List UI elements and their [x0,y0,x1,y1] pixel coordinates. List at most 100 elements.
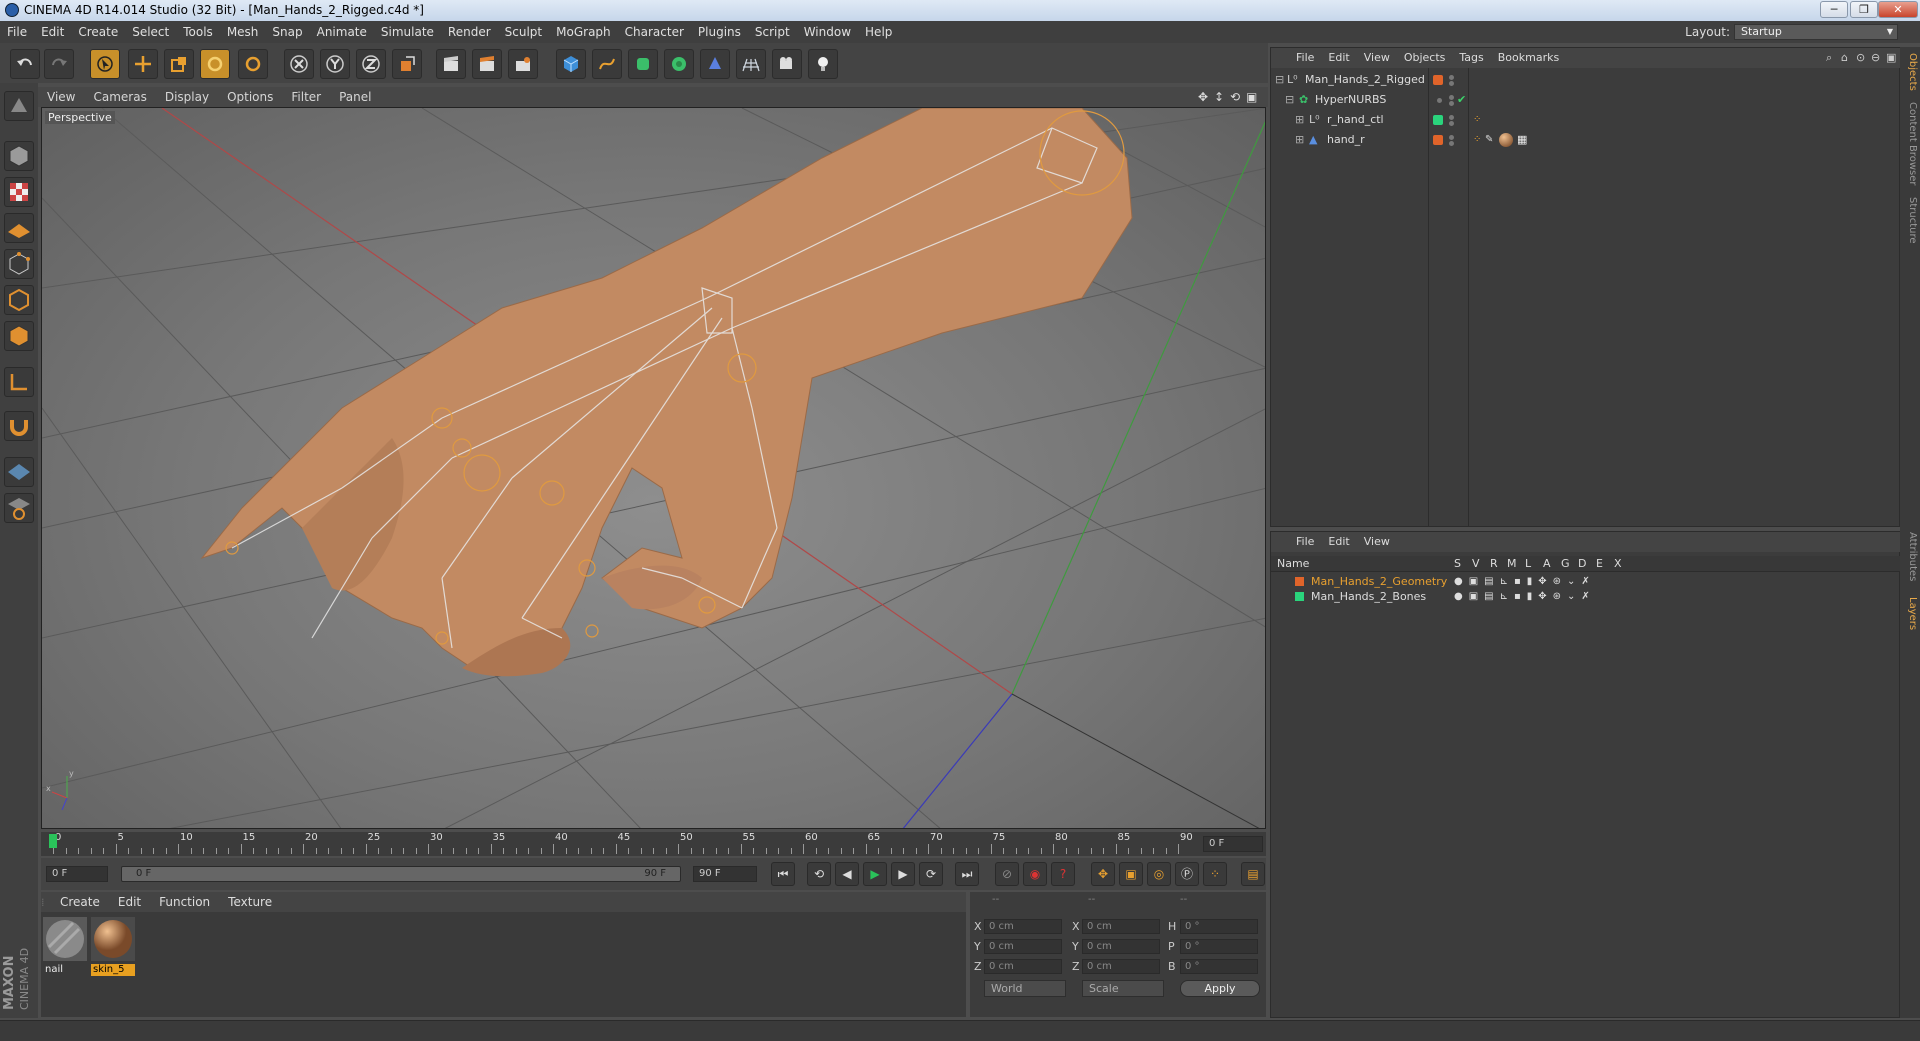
layer-color-swatch[interactable] [1433,135,1443,145]
tab-objects[interactable]: Objects [1903,53,1918,91]
rotation-p-field[interactable]: 0 ° [1180,939,1258,954]
editor-visibility-dot[interactable] [1449,95,1454,100]
light-button[interactable] [808,49,838,79]
undo-button[interactable] [10,49,40,79]
object-menu-bookmarks[interactable]: Bookmarks [1491,48,1566,68]
layer-toggle-icons[interactable]: ●▣▤⊾▪▮✥⊛⌄✗ [1454,589,1596,604]
layer-toggle-icons[interactable]: ●▣▤⊾▪▮✥⊛⌄✗ [1454,574,1596,589]
menu-simulate[interactable]: Simulate [374,21,441,43]
rotate-tool-button[interactable] [200,49,230,79]
viewport-maximize-icon[interactable]: ▣ [1246,87,1257,107]
tab-layers[interactable]: Layers [1903,597,1918,630]
rotation-h-field[interactable]: 0 ° [1180,919,1258,934]
recent-tool-button[interactable] [238,49,268,79]
menu-file[interactable]: File [0,21,34,43]
key-scale-button[interactable]: ▣ [1119,862,1143,886]
object-menu-tags[interactable]: Tags [1452,48,1490,68]
y-axis-button[interactable] [320,49,350,79]
size-x-field[interactable]: 0 cm [1082,919,1160,934]
viewport-menu-view[interactable]: View [38,87,84,107]
object-row[interactable]: ⊟ L⁰ Man_Hands_2_Rigged [1271,70,1901,90]
display-tag-icon[interactable]: ⁘ [1473,110,1481,130]
end-frame-field[interactable]: 90 F [693,866,757,882]
weight-tag-icon[interactable]: ✎ [1485,130,1493,150]
next-key-button[interactable]: ⟳ [919,862,943,886]
position-x-field[interactable]: 0 cm [984,919,1062,934]
material-menu-edit[interactable]: Edit [109,892,150,912]
material-skin[interactable]: skin_5 [91,917,135,976]
keyframe-selection-button[interactable]: ? [1051,862,1075,886]
layer-color-swatch[interactable] [1433,75,1443,85]
model-mode-button[interactable] [4,141,34,171]
play-button[interactable]: ▶ [863,862,887,886]
workplane-button[interactable] [4,213,34,243]
perspective-viewport[interactable]: y x Perspective [41,107,1266,829]
render-view-button[interactable] [436,49,466,79]
material-menu-create[interactable]: Create [51,892,109,912]
spline-button[interactable] [592,49,622,79]
layer-menu-file[interactable]: File [1289,532,1321,552]
size-mode-select[interactable]: Scale [1082,980,1164,997]
tab-structure[interactable]: Structure [1903,197,1918,244]
filter-icon[interactable]: ⊙ [1856,48,1865,68]
expand-icon[interactable]: ⊞ [1295,110,1304,130]
render-visibility-dot[interactable] [1449,101,1454,106]
render-picture-viewer-button[interactable] [472,49,502,79]
viewport-menu-display[interactable]: Display [156,87,218,107]
maximize-panel-icon[interactable]: ▣ [1886,48,1896,68]
layer-color-swatch[interactable] [1295,592,1304,601]
uvw-tag-icon[interactable]: ▦ [1517,130,1527,150]
object-row[interactable]: ⊟ ✿ HyperNURBS ✔ [1271,90,1901,110]
z-axis-button[interactable] [356,49,386,79]
menu-render[interactable]: Render [441,21,498,43]
menu-window[interactable]: Window [797,21,858,43]
animation-lock-button[interactable] [4,493,34,523]
mograph-cloner-button[interactable] [664,49,694,79]
layer-row[interactable]: Man_Hands_2_Geometry ●▣▤⊾▪▮✥⊛⌄✗ [1271,574,1901,589]
viewport-menu-options[interactable]: Options [218,87,282,107]
position-y-field[interactable]: 0 cm [984,939,1062,954]
menu-mesh[interactable]: Mesh [220,21,266,43]
enabled-check-icon[interactable]: ✔ [1457,90,1466,110]
restore-button[interactable]: ❐ [1850,1,1878,18]
expand-icon[interactable]: ⊞ [1295,130,1304,150]
close-button[interactable]: ✕ [1878,1,1918,18]
menu-help[interactable]: Help [858,21,899,43]
coordinate-system-button[interactable] [392,49,422,79]
viewport-menu-panel[interactable]: Panel [330,87,380,107]
snap-button[interactable] [4,411,34,441]
layer-none-dot[interactable] [1437,98,1442,103]
key-position-button[interactable]: ✥ [1091,862,1115,886]
record-keys-button[interactable]: ⊘ [995,862,1019,886]
object-menu-view[interactable]: View [1357,48,1397,68]
viewport-nav-zoom-icon[interactable]: ↕ [1214,87,1224,107]
rotation-b-field[interactable]: 0 ° [1180,959,1258,974]
nurbs-button[interactable] [628,49,658,79]
polygons-mode-button[interactable] [4,321,34,351]
texture-mode-button[interactable] [4,177,34,207]
size-y-field[interactable]: 0 cm [1082,939,1160,954]
menu-tools[interactable]: Tools [176,21,220,43]
object-menu-objects[interactable]: Objects [1397,48,1453,68]
minimize-button[interactable]: ─ [1820,1,1848,18]
render-visibility-dot[interactable] [1449,81,1454,86]
key-parameter-button[interactable]: Ⓟ [1175,862,1199,886]
go-to-start-button[interactable]: ⏮ [771,862,795,886]
floor-button[interactable] [736,49,766,79]
object-menu-edit[interactable]: Edit [1321,48,1356,68]
render-settings-button[interactable] [508,49,538,79]
layout-select[interactable]: Startup ▼ [1734,24,1898,40]
menu-plugins[interactable]: Plugins [691,21,748,43]
editor-visibility-dot[interactable] [1449,135,1454,140]
viewport-nav-move-icon[interactable]: ✥ [1198,87,1208,107]
layer-color-swatch[interactable] [1433,115,1443,125]
search-icon[interactable]: ⌕ [1826,48,1832,68]
range-slider[interactable]: 0 F 90 F [121,866,681,882]
layer-row[interactable]: Man_Hands_2_Bones ●▣▤⊾▪▮✥⊛⌄✗ [1271,589,1901,604]
layer-color-swatch[interactable] [1295,577,1304,586]
render-visibility-dot[interactable] [1449,141,1454,146]
next-frame-button[interactable]: ▶ [891,862,915,886]
previous-frame-button[interactable]: ◀ [835,862,859,886]
cube-primitive-button[interactable] [556,49,586,79]
key-rotation-button[interactable]: ◎ [1147,862,1171,886]
